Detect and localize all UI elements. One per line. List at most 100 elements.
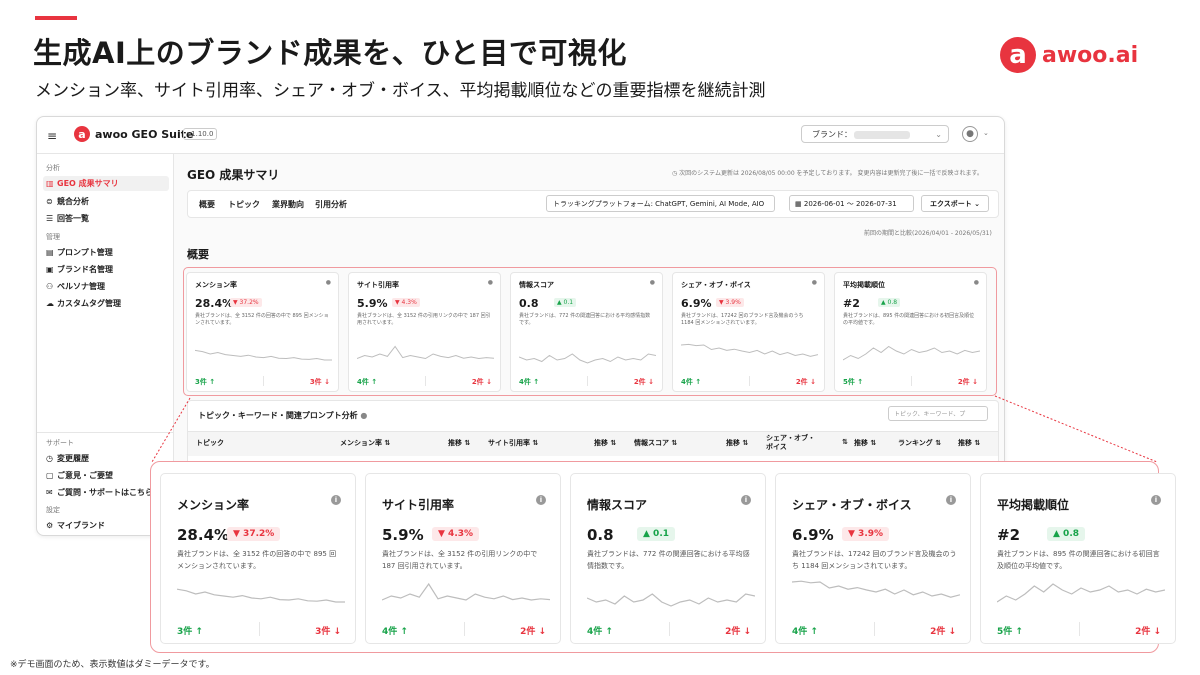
info-icon[interactable]: i [1151, 495, 1161, 505]
down-count[interactable]: 2件 ↓ [634, 377, 654, 387]
metric-title: サイト引用率 [382, 498, 455, 512]
metric-description: 貴社ブランドは、772 件の関連回答における平均感情指数です。 [587, 550, 750, 570]
down-count[interactable]: 3件 ↓ [310, 377, 330, 387]
up-count[interactable]: 3件 ↑ [195, 377, 215, 387]
chevron-down-icon[interactable]: ⌄ [983, 129, 989, 137]
topic-search-input[interactable]: トピック、キーワード、プ [888, 406, 988, 421]
tab-citation[interactable]: 引用分析 [315, 199, 347, 210]
down-count[interactable]: 2件 ↓ [520, 624, 546, 637]
metric-card[interactable]: 情報スコア i 0.8 ▲ 0.1 貴社ブランドは、772 件の関連回答における平均感情… [570, 473, 766, 644]
cloud-icon: ☁ [46, 299, 54, 308]
info-icon[interactable]: i [536, 495, 546, 505]
up-count[interactable]: 4件 ↑ [519, 377, 539, 387]
metric-card[interactable]: 平均掲載順位 i #2 ▲ 0.8 貴社ブランドは、895 件の関連回答における初回言及… [980, 473, 1176, 644]
awoo-logo-icon: a [1000, 37, 1036, 73]
sparkline [997, 583, 1165, 603]
count-divider [587, 376, 588, 386]
sidebar-item-geo-summary[interactable]: ▥ GEO 成果サマリ [43, 176, 169, 191]
down-count[interactable]: 2件 ↓ [930, 624, 956, 637]
th-info-score[interactable]: 情報スコア ⇅ [634, 438, 677, 448]
zoom-connector-right [994, 395, 1158, 463]
th-trend-3[interactable]: 推移 ⇅ [726, 438, 748, 448]
info-icon[interactable]: ● [488, 279, 493, 286]
metric-card[interactable]: サイト引用率 i 5.9% ▼ 4.3% 貴社ブランドは、全 3152 件の引用リンクの… [365, 473, 561, 644]
up-count[interactable]: 3件 ↑ [177, 624, 203, 637]
sidebar-item-brand-names[interactable]: ▣ ブランド名管理 [43, 262, 169, 277]
brand-select[interactable]: ブランド： ⌄ [801, 125, 949, 143]
th-share-of-voice[interactable]: シェア・オブ・ボイス [766, 434, 818, 452]
down-count[interactable]: 2件 ↓ [1135, 624, 1161, 637]
zoomed-metric-panel: メンション率 i 28.4% ▼ 37.2% 貴社ブランドは、全 3152 件の回答の中… [150, 461, 1176, 653]
down-count[interactable]: 3件 ↓ [315, 624, 341, 637]
up-count[interactable]: 5件 ↑ [997, 624, 1023, 637]
metric-card[interactable]: メンション率 i 28.4% ▼ 37.2% 貴社ブランドは、全 3152 件の回答の中… [160, 473, 356, 644]
sidebar-item-competitor[interactable]: ⊜ 競合分析 [43, 194, 169, 209]
info-icon[interactable]: ● [812, 279, 817, 286]
th-sov-sort[interactable]: ⇅ [842, 438, 848, 446]
app-name: awoo GEO Suite [95, 128, 194, 141]
th-citation-rate[interactable]: サイト引用率 ⇅ [488, 438, 538, 448]
down-count[interactable]: 2件 ↓ [725, 624, 751, 637]
th-trend-4[interactable]: 推移 ⇅ [854, 438, 876, 448]
sidebar-item-prompts[interactable]: ▤ プロンプト管理 [43, 245, 169, 260]
th-mention-rate[interactable]: メンション率 ⇅ [340, 438, 390, 448]
chevron-down-icon: ⌄ [935, 130, 942, 139]
metric-card[interactable]: シェア・オブ・ボイス i 6.9% ▼ 3.9% 貴社ブランドは、17242 回のブラン… [775, 473, 971, 644]
sidebar-section-settings: 設定 [46, 506, 60, 514]
metric-value: 28.4% [195, 297, 234, 310]
mini-metric-card[interactable]: 平均掲載順位 ● #2 ▲ 0.8 貴社ブランドは、895 件の関連回答における初回言及… [834, 272, 987, 392]
metric-change-badge: ▼ 4.3% [432, 527, 480, 541]
awoo-wordmark: awoo.ai [1042, 42, 1139, 68]
sidebar-item-custom-tags[interactable]: ☁ カスタムタグ管理 [43, 296, 169, 311]
tab-industry[interactable]: 業界動向 [272, 199, 304, 210]
up-count[interactable]: 4件 ↑ [681, 377, 701, 387]
date-range-picker[interactable]: ▦ 2026-06-01 ～ 2026-07-31 [789, 195, 914, 212]
th-topic[interactable]: トピック [196, 438, 224, 448]
th-trend-2[interactable]: 推移 ⇅ [594, 438, 616, 448]
app-logo-icon: a [74, 126, 90, 142]
app-version-badge: v1.10.0 [183, 128, 218, 140]
info-icon[interactable]: i [331, 495, 341, 505]
sidebar-item-answers[interactable]: ☰ 回答一覧 [43, 211, 169, 226]
down-count[interactable]: 2件 ↓ [796, 377, 816, 387]
sidebar-item-history[interactable]: ◷ 変更履歴 [43, 451, 169, 466]
mail-icon: ✉ [46, 488, 53, 497]
tab-topic[interactable]: トピック [228, 199, 260, 210]
date-separator: ～ [846, 200, 854, 208]
table-header-row: トピック メンション率 ⇅ 推移 ⇅ サイト引用率 ⇅ 推移 ⇅ 情報スコア ⇅… [188, 431, 998, 456]
metric-description: 貴社ブランドは、772 件の関連回答における平均感情指数です。 [519, 313, 651, 326]
sparkline-path [177, 588, 345, 603]
user-circle-icon[interactable]: ● [962, 126, 978, 142]
mini-metric-card[interactable]: メンション率 ● 28.4% ▼ 37.2% 貴社ブランドは、全 3152 件の回答の中… [186, 272, 339, 392]
mini-metric-card[interactable]: シェア・オブ・ボイス ● 6.9% ▼ 3.9% 貴社ブランドは、17242 回のブラン… [672, 272, 825, 392]
up-count[interactable]: 4件 ↑ [792, 624, 818, 637]
brand-icon: ▣ [46, 265, 54, 274]
info-icon[interactable]: ● [974, 279, 979, 286]
sidebar-item-personas[interactable]: ⚇ ペルソナ管理 [43, 279, 169, 294]
up-count[interactable]: 5件 ↑ [843, 377, 863, 387]
count-divider [425, 376, 426, 386]
mini-metric-card[interactable]: 情報スコア ● 0.8 ▲ 0.1 貴社ブランドは、772 件の関連回答における平均感情… [510, 272, 663, 392]
up-count[interactable]: 4件 ↑ [587, 624, 613, 637]
info-icon[interactable]: i [741, 495, 751, 505]
down-count[interactable]: 2件 ↓ [958, 377, 978, 387]
mini-metric-card[interactable]: サイト引用率 ● 5.9% ▼ 4.3% 貴社ブランドは、全 3152 件の引用リンクの… [348, 272, 501, 392]
down-count[interactable]: 2件 ↓ [472, 377, 492, 387]
info-icon[interactable]: ● [650, 279, 655, 286]
brand-select-label: ブランド： [812, 130, 852, 139]
platform-select[interactable]: トラッキングプラットフォーム: ChatGPT, Gemini, AI Mode… [546, 195, 775, 212]
th-trend-1[interactable]: 推移 ⇅ [448, 438, 470, 448]
count-divider [749, 376, 750, 386]
up-count[interactable]: 4件 ↑ [357, 377, 377, 387]
info-icon[interactable]: ● [326, 279, 331, 286]
up-count[interactable]: 4件 ↑ [382, 624, 408, 637]
brand-name-redacted [854, 130, 910, 139]
menu-icon[interactable]: ≡ [47, 129, 57, 143]
slide-headline: 生成AI上のブランド成果を、ひと目で可視化 [33, 36, 627, 70]
export-button[interactable]: エクスポート ⌄ [921, 195, 989, 212]
th-trend-5[interactable]: 推移 ⇅ [958, 438, 980, 448]
info-icon[interactable]: i [946, 495, 956, 505]
th-ranking[interactable]: ランキング ⇅ [898, 438, 941, 448]
metric-title: 情報スコア [587, 498, 648, 512]
tab-overview[interactable]: 概要 [199, 199, 215, 210]
